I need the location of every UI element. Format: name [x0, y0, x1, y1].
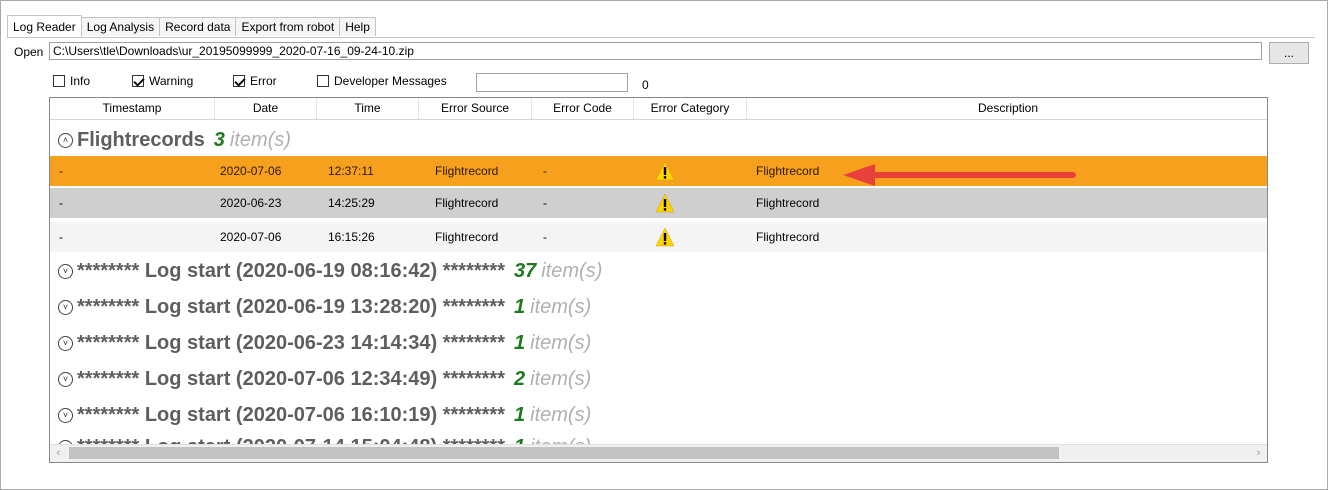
developer-messages-filter[interactable]: Developer Messages [317, 74, 447, 88]
scroll-left-icon[interactable]: ‹ [50, 445, 67, 462]
expand-icon[interactable]: ˅ [58, 299, 73, 315]
column-description[interactable]: Description [747, 98, 1267, 119]
tab-help[interactable]: Help [339, 17, 376, 36]
error-filter[interactable]: Error [233, 74, 277, 88]
tab-log-analysis[interactable]: Log Analysis [80, 17, 161, 36]
expand-icon[interactable]: ˅ [58, 335, 73, 351]
group-items-label: item(s) [530, 403, 592, 426]
message-count: 0 [642, 78, 649, 92]
column-date[interactable]: Date [215, 98, 317, 119]
scroll-thumb[interactable] [69, 447, 1059, 459]
cell-description: Flightrecord [756, 196, 820, 210]
cell-time: 12:37:11 [328, 164, 374, 178]
column-error-code[interactable]: Error Code [532, 98, 634, 119]
tab-log-reader[interactable]: Log Reader [7, 15, 82, 37]
cell-timestamp: - [59, 230, 63, 244]
expand-icon[interactable]: ˅ [58, 407, 73, 423]
warning-filter[interactable]: Warning [132, 74, 193, 88]
expand-icon[interactable]: ˅ [58, 263, 73, 279]
table-row[interactable]: - 2020-07-06 12:37:11 Flightrecord - Fli… [50, 156, 1267, 186]
group-header-flightrecords[interactable]: ˄ Flightrecords 3 item(s) [58, 125, 291, 155]
group-title: ******** Log start (2020-07-06 12:34:49)… [77, 367, 505, 390]
table-row[interactable]: - 2020-06-23 14:25:29 Flightrecord - Fli… [50, 188, 1267, 218]
filter-bar: Info Warning Error Developer Messages [1, 74, 1327, 94]
error-label: Error [250, 74, 277, 88]
column-header-row: Timestamp Date Time Error Source Error C… [50, 98, 1267, 120]
group-header-log-start[interactable]: ˅ ******** Log start (2020-06-19 08:16:4… [58, 256, 602, 286]
cell-description: Flightrecord [756, 230, 820, 244]
warning-icon [655, 161, 675, 181]
warning-icon [655, 227, 675, 247]
group-count: 1 [514, 331, 526, 354]
group-title: ******** Log start (2020-06-19 08:16:42)… [77, 259, 505, 282]
column-timestamp[interactable]: Timestamp [50, 98, 215, 119]
warning-label: Warning [149, 74, 194, 88]
column-error-category[interactable]: Error Category [634, 98, 747, 119]
group-count: 37 [514, 259, 537, 282]
info-label: Info [70, 74, 91, 88]
cell-date: 2020-07-06 [220, 164, 282, 178]
browse-button[interactable]: ... [1269, 42, 1309, 64]
developer-messages-checkbox[interactable] [317, 75, 329, 87]
cell-time: 16:15:26 [328, 230, 375, 244]
group-header-log-start[interactable]: ˅ ******** Log start (2020-07-06 16:10:1… [58, 400, 591, 430]
cell-date: 2020-06-23 [220, 196, 282, 210]
column-time[interactable]: Time [317, 98, 419, 119]
group-header-log-start[interactable]: ˅ ******** Log start (2020-07-06 12:34:4… [58, 364, 591, 394]
group-title: ******** Log start (2020-06-19 13:28:20)… [77, 295, 505, 318]
cell-timestamp: - [59, 196, 63, 210]
cell-time: 14:25:29 [328, 196, 375, 210]
group-items-label: item(s) [530, 367, 592, 390]
developer-messages-label: Developer Messages [334, 74, 447, 88]
cell-date: 2020-07-06 [220, 230, 282, 244]
file-path-input[interactable]: C:\Users\tle\Downloads\ur_20195099999_20… [49, 42, 1262, 60]
group-items-label: item(s) [530, 295, 592, 318]
cell-error-source: Flightrecord [435, 164, 499, 178]
cell-description: Flightrecord [756, 164, 820, 178]
cell-error-source: Flightrecord [435, 196, 499, 210]
annotation-arrow-icon [843, 164, 1076, 186]
collapse-icon[interactable]: ˄ [58, 132, 73, 148]
cell-error-code: - [543, 196, 547, 210]
group-title: ******** Log start (2020-07-06 16:10:19)… [77, 403, 505, 426]
tab-divider [7, 37, 1315, 38]
group-count: 1 [514, 403, 526, 426]
group-title: ******** Log start (2020-06-23 14:14:34)… [77, 331, 505, 354]
log-grid[interactable]: Timestamp Date Time Error Source Error C… [49, 97, 1268, 463]
expand-icon[interactable]: ˅ [58, 371, 73, 387]
group-title: Flightrecords [77, 128, 205, 151]
error-checkbox[interactable] [233, 75, 245, 87]
info-filter[interactable]: Info [53, 74, 90, 88]
tab-export-from-robot[interactable]: Export from robot [235, 17, 341, 36]
warning-checkbox[interactable] [132, 75, 144, 87]
group-items-label: item(s) [229, 128, 292, 151]
cell-error-code: - [543, 164, 547, 178]
group-count: 1 [514, 295, 526, 318]
cell-timestamp: - [59, 164, 63, 178]
group-count: 3 [213, 128, 225, 151]
group-header-log-start[interactable]: ˅ ******** Log start (2020-06-19 13:28:2… [58, 292, 591, 322]
group-count: 2 [514, 367, 526, 390]
column-error-source[interactable]: Error Source [419, 98, 532, 119]
cell-error-code: - [543, 230, 547, 244]
group-items-label: item(s) [530, 331, 592, 354]
cell-error-source: Flightrecord [435, 230, 499, 244]
table-row[interactable]: - 2020-07-06 16:15:26 Flightrecord - Fli… [50, 222, 1267, 252]
developer-filter-input[interactable] [476, 73, 628, 92]
group-items-label: item(s) [541, 259, 603, 282]
horizontal-scrollbar[interactable]: ‹ › [50, 444, 1267, 462]
tab-strip: Log Reader Log Analysis Record data Expo… [7, 15, 376, 37]
warning-icon [655, 193, 675, 213]
open-label: Open [14, 45, 44, 59]
app-window: Log Reader Log Analysis Record data Expo… [0, 0, 1328, 490]
tab-record-data[interactable]: Record data [159, 17, 237, 36]
scroll-right-icon[interactable]: › [1250, 445, 1267, 462]
info-checkbox[interactable] [53, 75, 65, 87]
group-header-log-start[interactable]: ˅ ******** Log start (2020-06-23 14:14:3… [58, 328, 591, 358]
